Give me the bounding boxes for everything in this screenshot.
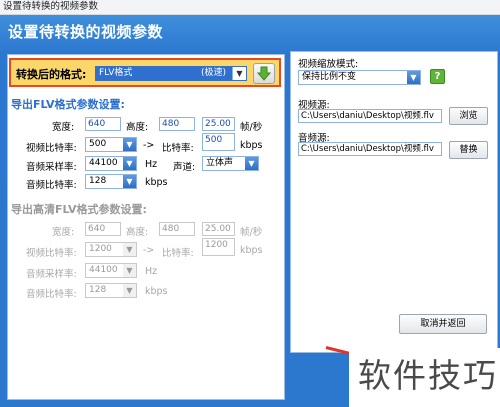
format-value: FLV格式: [99, 68, 133, 78]
flv-bitrate-input[interactable]: 500: [202, 133, 235, 151]
window-title: 设置待转换的视频参数: [3, 1, 99, 12]
hd-arrow-text: ->: [143, 245, 155, 256]
flv-hz-unit: Hz: [145, 159, 158, 170]
flv-channel-select[interactable]: 立体声 ▼: [202, 156, 259, 171]
watermark-text: 软件技巧: [358, 356, 498, 395]
hd-samplerate-select[interactable]: 44100 ▼: [85, 263, 137, 278]
chevron-down-icon: ▼: [123, 175, 136, 188]
chevron-down-icon: ▼: [232, 67, 246, 80]
scale-mode-label: 视频缩放模式:: [298, 59, 359, 70]
flv-arrow-text: ->: [143, 140, 155, 151]
chevron-down-icon: ▼: [123, 284, 136, 297]
hd-section-title: 导出高清FLV格式参数设置:: [11, 203, 147, 216]
flv-channel-value: 立体声: [206, 158, 234, 168]
flv-vbitrate-value: 500: [89, 139, 107, 149]
hd-abitrate-label: 音频比特率:: [26, 289, 77, 300]
chevron-down-icon: ▼: [407, 71, 420, 84]
replace-button[interactable]: 替换: [449, 141, 488, 159]
flv-kbps-unit: kbps: [240, 140, 263, 151]
flv-abitrate-unit: kbps: [145, 177, 168, 188]
flv-height-label: 高度:: [126, 122, 149, 133]
flv-abitrate-label: 音频比特率:: [26, 180, 77, 191]
help-button[interactable]: ?: [430, 69, 445, 84]
hd-width-label: 宽度:: [52, 227, 75, 238]
hd-abitrate-unit: kbps: [145, 286, 168, 297]
flv-samplerate-value: 44100: [89, 158, 118, 168]
chevron-down-icon: ▼: [123, 243, 136, 256]
format-label: 转换后的格式:: [16, 68, 87, 81]
hd-bitrate-input[interactable]: 1200: [202, 238, 235, 256]
flv-abitrate-select[interactable]: 128 ▼: [85, 174, 137, 189]
chevron-down-icon: ▼: [245, 157, 258, 170]
flv-vbitrate-select[interactable]: 500 ▼: [85, 137, 137, 152]
format-select[interactable]: FLV格式 (极速) ▼: [95, 66, 247, 81]
scale-mode-select[interactable]: 保持比例不变 ▼: [298, 70, 421, 85]
browse-button[interactable]: 浏览: [449, 107, 488, 125]
flv-fps-input[interactable]: 25.00: [202, 117, 235, 131]
hd-bitrate-label: 比特率:: [162, 248, 194, 259]
hd-kbps-unit: kbps: [240, 245, 263, 256]
hd-vbitrate-label: 视频比特率:: [26, 248, 77, 259]
chevron-down-icon: ▼: [123, 157, 136, 170]
flv-height-input[interactable]: 480: [159, 117, 195, 131]
scale-mode-value: 保持比例不变: [302, 72, 357, 82]
hd-samplerate-label: 音频采样率:: [26, 269, 77, 280]
flv-channel-label: 声道:: [173, 162, 196, 173]
download-arrow-button[interactable]: [253, 63, 275, 84]
flv-bitrate-label: 比特率:: [162, 143, 194, 154]
hd-height-label: 高度:: [126, 227, 149, 238]
format-mode: (极速): [201, 68, 227, 78]
hd-vbitrate-value: 1200: [89, 244, 112, 254]
hd-samplerate-value: 44100: [89, 265, 118, 275]
hd-abitrate-select[interactable]: 128 ▼: [85, 283, 137, 298]
hd-fps-input[interactable]: 25.00: [202, 222, 235, 236]
chevron-down-icon: ▼: [123, 138, 136, 151]
hd-height-input[interactable]: 480: [159, 222, 195, 236]
hd-abitrate-value: 128: [89, 285, 107, 295]
chevron-down-icon: ▼: [123, 264, 136, 277]
hd-fps-unit: 帧/秒: [240, 227, 263, 238]
cancel-return-button[interactable]: 取消并返回: [399, 314, 487, 334]
audio-source-path[interactable]: C:\Users\daniu\Desktop\视频.flv: [298, 142, 442, 156]
flv-fps-unit: 帧/秒: [240, 122, 263, 133]
dialog-header: 设置待转换的视频参数: [8, 23, 164, 41]
download-arrow-icon: [256, 66, 272, 81]
flv-width-input[interactable]: 640: [85, 117, 121, 131]
window-titlebar: 设置待转换的视频参数: [0, 0, 500, 15]
hd-vbitrate-select[interactable]: 1200 ▼: [85, 242, 137, 257]
hd-width-input[interactable]: 640: [85, 222, 121, 236]
flv-samplerate-label: 音频采样率:: [26, 162, 77, 173]
flv-section-title: 导出FLV格式参数设置:: [11, 98, 125, 111]
flv-vbitrate-label: 视频比特率:: [26, 143, 77, 154]
video-source-path[interactable]: C:\Users\daniu\Desktop\视频.flv: [298, 109, 442, 123]
flv-samplerate-select[interactable]: 44100 ▼: [85, 156, 137, 171]
flv-abitrate-value: 128: [89, 176, 107, 186]
hd-hz-unit: Hz: [145, 266, 158, 277]
flv-width-label: 宽度:: [52, 122, 75, 133]
